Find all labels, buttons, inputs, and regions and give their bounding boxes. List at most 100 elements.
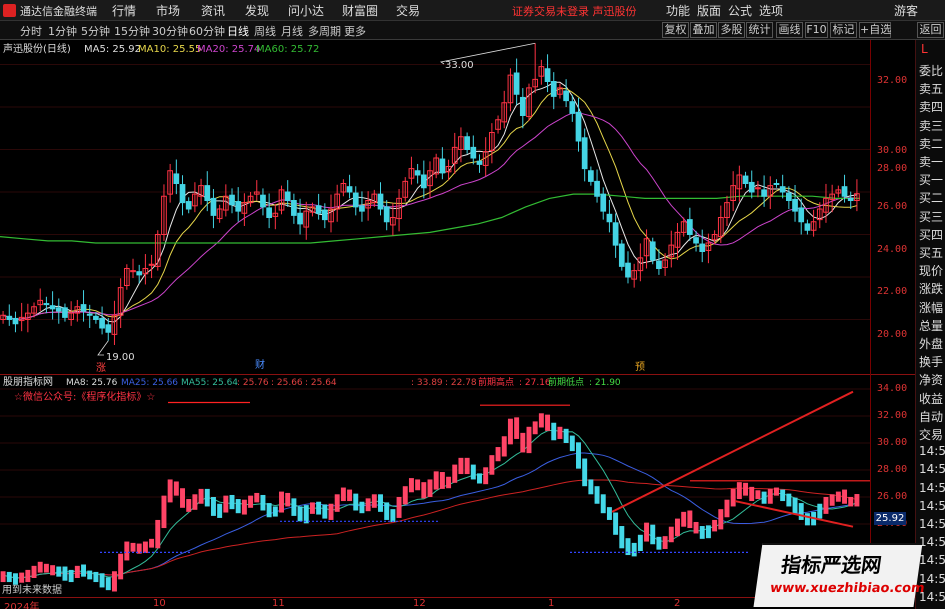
ind-bar <box>6 571 12 583</box>
candle-body <box>476 160 483 165</box>
quote-item[interactable]: 卖二 <box>919 135 943 152</box>
quote-item[interactable]: 涨幅 <box>919 299 943 316</box>
quote-item[interactable]: 总量 <box>919 317 943 334</box>
ma20-value: MA20: 25.74 <box>197 44 260 55</box>
quote-item[interactable]: 收益 <box>919 390 943 407</box>
period-weekly[interactable]: 周线 <box>254 23 276 39</box>
candle-body <box>12 317 19 325</box>
quote-item[interactable]: 涨跌 <box>919 280 943 297</box>
login-stock: 声迅股份 <box>592 5 637 18</box>
menu-shichang[interactable]: 市场 <box>156 2 180 19</box>
fuquan-button[interactable]: 复权 <box>662 22 689 38</box>
ind-bar <box>272 506 278 517</box>
ind-bar <box>557 426 563 439</box>
candle-body <box>618 243 625 267</box>
menu-jiaoyi[interactable]: 交易 <box>396 2 420 19</box>
menu-hangqing[interactable]: 行情 <box>112 2 136 19</box>
quote-item[interactable]: 外盘 <box>919 335 943 352</box>
ind-bar <box>594 486 600 504</box>
period-30min[interactable]: 30分钟 <box>152 23 188 39</box>
menu-wenxiaoda[interactable]: 问小达 <box>288 2 324 19</box>
quote-item[interactable]: 卖三 <box>919 117 943 134</box>
quote-item[interactable]: 卖四 <box>919 98 943 115</box>
ind-bar <box>631 542 637 557</box>
quote-item[interactable]: 交易 <box>919 426 943 443</box>
period-monthly[interactable]: 月线 <box>281 23 303 39</box>
quote-item[interactable]: 卖五 <box>919 80 943 97</box>
add-favorite-button[interactable]: +自选 <box>859 22 891 38</box>
menu-faxian[interactable]: 发现 <box>245 2 269 19</box>
indicator-chart[interactable]: 股朋指标网 MA8: 25.76 MA25: 25.66 MA55: 25.64… <box>0 375 870 597</box>
ind-bar <box>19 572 25 583</box>
quote-item[interactable]: 换手 <box>919 353 943 370</box>
quote-item[interactable]: 买二 <box>919 189 943 206</box>
quote-item[interactable]: 委比 <box>919 62 943 79</box>
quote-item[interactable]: 14:55 <box>919 462 945 476</box>
quote-item[interactable]: 14:56 <box>919 553 945 567</box>
ind-bar <box>161 495 167 529</box>
period-fenshi[interactable]: 分时 <box>20 23 42 39</box>
ma5-value: MA5: 25.92 <box>84 44 141 55</box>
future-data-warning: 用到未来数据 <box>2 583 62 596</box>
indicator-name: 股朋指标网 <box>3 375 53 388</box>
back-button[interactable]: 返回 <box>917 22 944 38</box>
period-daily[interactable]: 日线 <box>227 23 249 39</box>
candle-body <box>550 81 557 97</box>
menu-xuanxiang[interactable]: 选项 <box>759 2 783 19</box>
ind-bar <box>81 564 86 577</box>
quote-item[interactable]: 14:56 <box>919 535 945 549</box>
quote-item[interactable]: 14:56 <box>919 499 945 513</box>
ind-bar <box>718 509 724 530</box>
menu-gongneng[interactable]: 功能 <box>666 2 690 19</box>
ind-bar <box>309 502 315 514</box>
ind-bar <box>0 571 6 583</box>
indicator-body <box>0 388 870 592</box>
period-multi[interactable]: 多周期 <box>308 23 341 39</box>
menu-youke[interactable]: 游客 <box>894 2 918 19</box>
period-60min[interactable]: 60分钟 <box>189 23 225 39</box>
low-label: 19.00 <box>106 352 135 363</box>
duogu-button[interactable]: 多股 <box>718 22 745 38</box>
menu-gongshi[interactable]: 公式 <box>728 2 752 19</box>
period-1min[interactable]: 1分钟 <box>48 23 77 39</box>
quote-item[interactable]: 买五 <box>919 244 943 261</box>
quote-item[interactable]: 14:56 <box>919 481 945 495</box>
menu-zixun[interactable]: 资讯 <box>201 2 225 19</box>
ind-v3: : 25.64 <box>305 378 337 388</box>
biaoji-button[interactable]: 标记 <box>830 22 857 38</box>
tick-22: 22.00 <box>877 286 908 297</box>
period-15min[interactable]: 15分钟 <box>114 23 150 39</box>
ind-bar <box>223 495 229 513</box>
tongji-button[interactable]: 统计 <box>746 22 773 38</box>
ind-bar <box>829 494 835 506</box>
period-5min[interactable]: 5分钟 <box>81 23 110 39</box>
candlestick-chart[interactable]: 33.00 19.00 涨 财 预 声迅股份(日线) MA5: 25.92 MA… <box>0 40 870 375</box>
ind-bar <box>662 536 668 549</box>
quote-item[interactable]: 卖一 <box>919 153 943 170</box>
quote-item[interactable]: 自动 <box>919 408 943 425</box>
menu-caifuquan[interactable]: 财富圈 <box>342 2 378 19</box>
ind-bar <box>439 472 445 489</box>
diejia-button[interactable]: 叠加 <box>690 22 717 38</box>
huaxian-button[interactable]: 画线 <box>776 22 803 38</box>
f10-button[interactable]: F10 <box>805 22 828 38</box>
quote-item[interactable]: 净资 <box>919 371 943 388</box>
quote-item[interactable]: 买一 <box>919 171 943 188</box>
quote-item[interactable]: 现价 <box>919 262 943 279</box>
period-more[interactable]: 更多 <box>344 23 366 39</box>
candle-body <box>235 201 242 212</box>
quote-item[interactable]: 买三 <box>919 208 943 225</box>
candle-body <box>779 186 786 193</box>
login-status[interactable]: 证券交易未登录 声迅股份 <box>512 3 637 19</box>
menu-banmian[interactable]: 版面 <box>697 2 721 19</box>
candle-body <box>284 191 291 201</box>
ma60-line <box>0 193 860 244</box>
quote-item[interactable]: 14:56 <box>919 517 945 531</box>
candle-body <box>569 101 576 114</box>
ind-bar <box>699 526 705 539</box>
quote-item[interactable]: 买四 <box>919 226 943 243</box>
ind-bar <box>229 494 235 510</box>
main-legend: 声迅股份(日线) MA5: 25.92 MA10: 25.55 MA20: 25… <box>3 42 319 55</box>
quote-item[interactable]: 14:55 <box>919 444 945 458</box>
ind-bar <box>483 467 489 485</box>
